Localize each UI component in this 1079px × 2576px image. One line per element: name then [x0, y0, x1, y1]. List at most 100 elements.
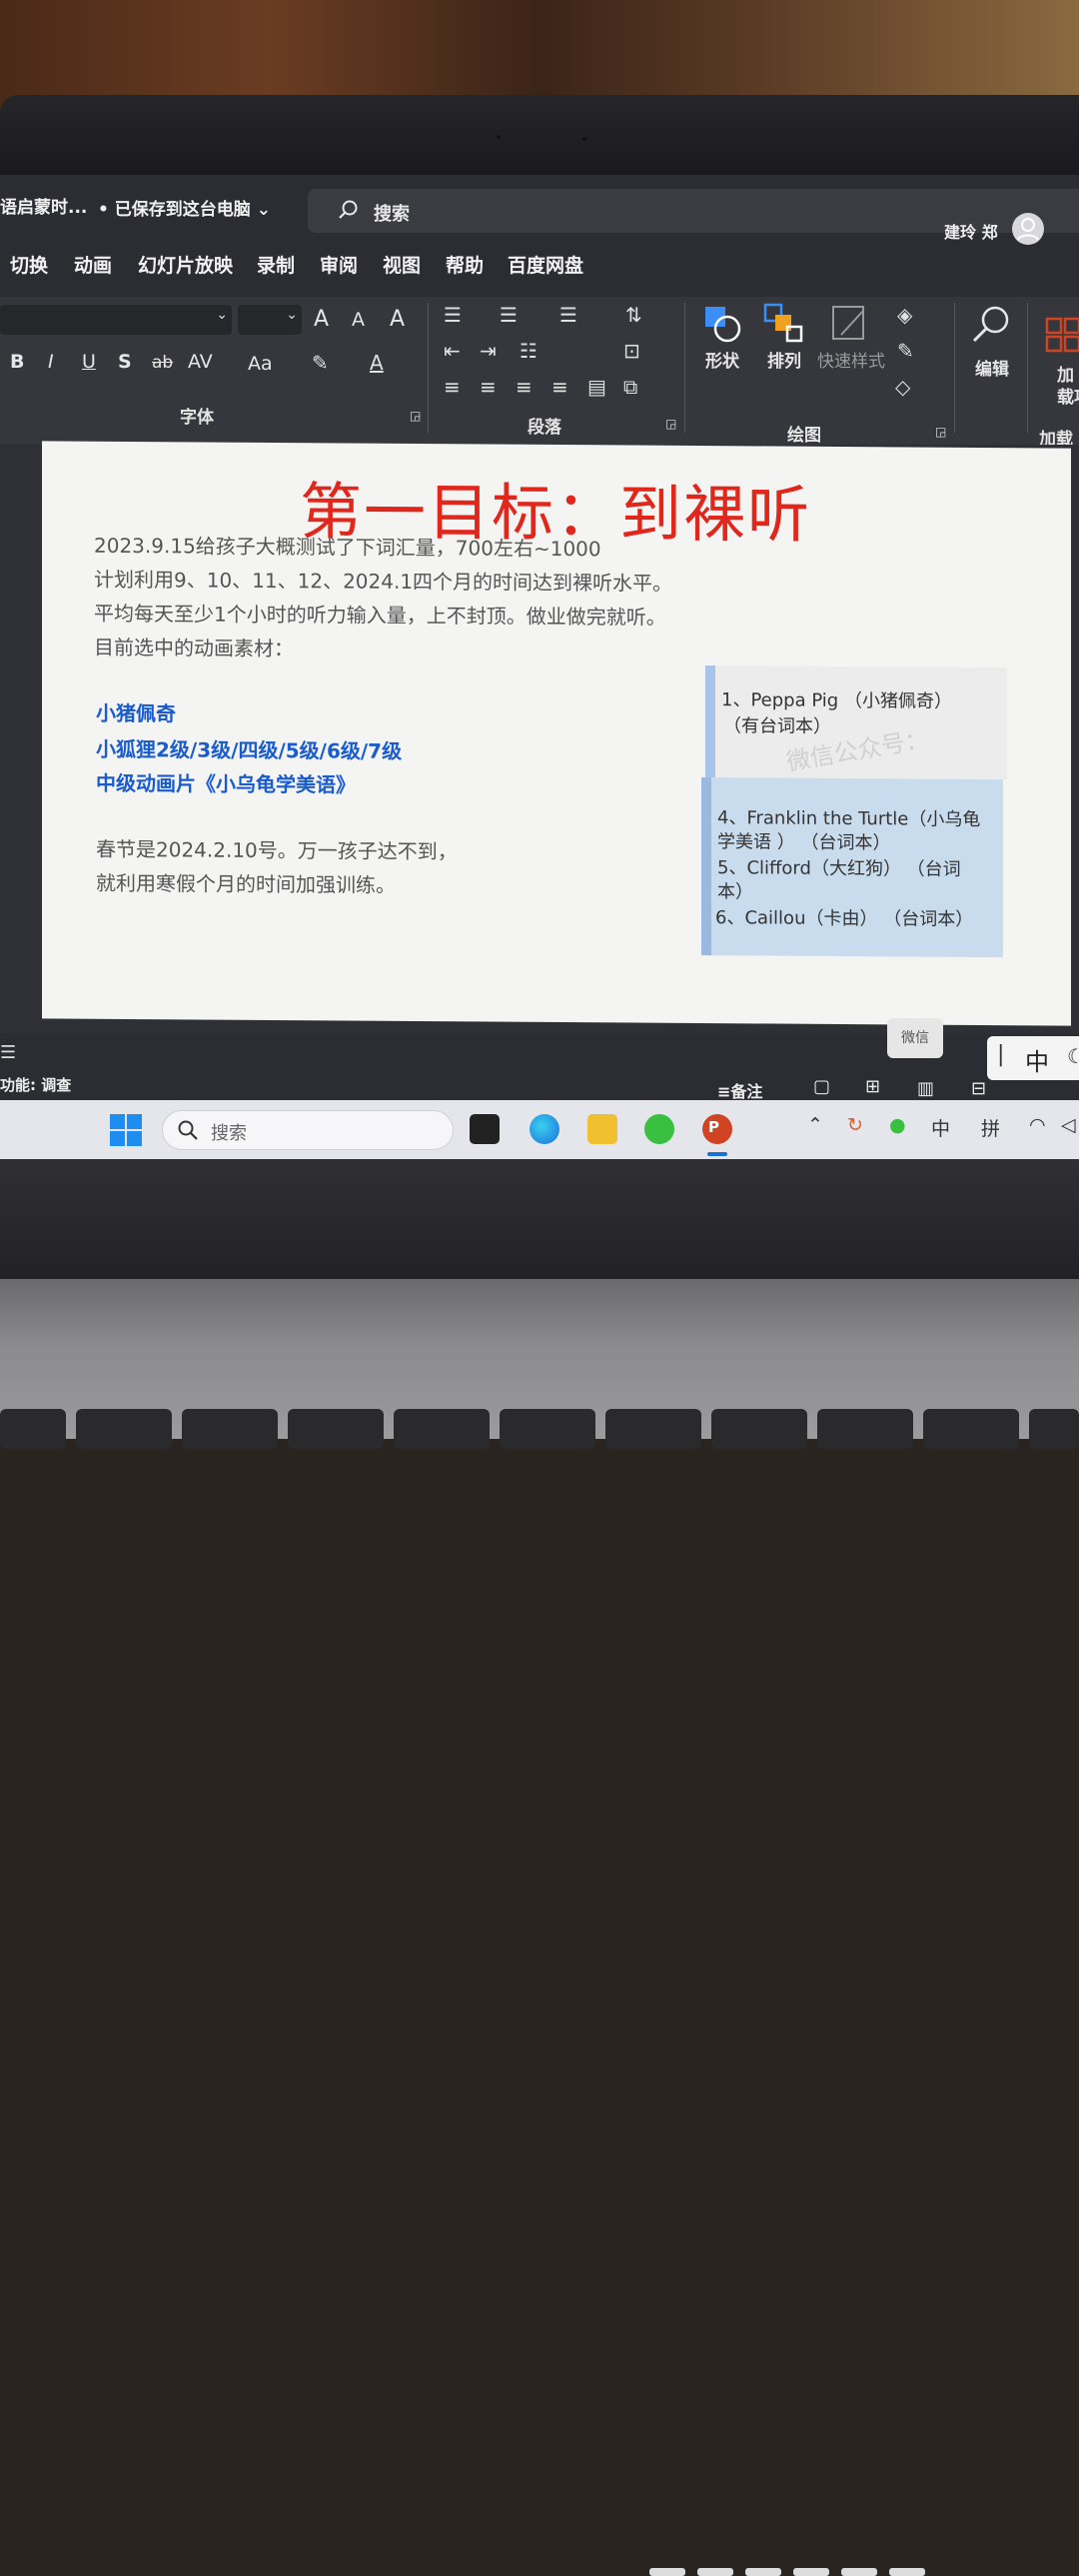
tab-slideshow[interactable]: 幻灯片放映	[138, 251, 233, 278]
clear-format-button[interactable]: A	[390, 307, 405, 332]
increase-indent-icon[interactable]: ⇥	[480, 339, 497, 363]
change-case-button[interactable]: Aa	[248, 353, 273, 375]
tab-review[interactable]: 审阅	[320, 251, 358, 278]
ime-toolbar[interactable]: | 中 ☾	[987, 1036, 1079, 1080]
text-direction-icon[interactable]: ⇅	[625, 303, 642, 327]
align-center-icon[interactable]: ≡	[480, 375, 497, 399]
numbering-icon[interactable]: ☰	[500, 303, 518, 327]
bullets-icon[interactable]: ☰	[444, 303, 462, 327]
ime-tray-pinyin[interactable]: 拼	[981, 1114, 1000, 1141]
laptop-screen: 语启蒙时... • 已保存到这台电脑 ⌄ 搜索 建玲 郑 切换 动画 幻灯片放映…	[0, 175, 1079, 1159]
font-color-icon[interactable]: A	[370, 351, 384, 375]
material-item[interactable]: 小猪佩奇	[96, 697, 176, 727]
reading-view-icon[interactable]: ▥	[917, 1078, 934, 1099]
ime-handle-icon[interactable]: |	[997, 1042, 1004, 1067]
user-name[interactable]: 建玲 郑	[944, 219, 998, 243]
image-card[interactable]: 1、Peppa Pig （小猪佩奇） （有台词本） 微信公众号： 4、Frank…	[701, 665, 1007, 958]
dialog-launcher-icon[interactable]: ◲	[935, 425, 946, 439]
document-name[interactable]: 语启蒙时...	[0, 193, 87, 218]
tab-view[interactable]: 视图	[383, 251, 421, 278]
notes-button[interactable]: ≡备注	[717, 1078, 762, 1102]
accessibility-status[interactable]: 功能: 调查	[0, 1074, 71, 1095]
bold-button[interactable]: B	[10, 351, 24, 373]
volume-icon[interactable]: ◁	[1061, 1114, 1076, 1136]
tab-baidu-netdisk[interactable]: 百度网盘	[508, 251, 583, 278]
ribbon: ⌄ ⌄ A A A B I U S ab AV Aa ✎ A 字体 ◲ ☰ ☰ …	[0, 297, 1079, 475]
magnifier-icon	[972, 306, 1009, 343]
distributed-icon[interactable]: ▤	[587, 375, 606, 399]
slide-workspace: 第一目标：到裸听 2023.9.15给孩子大概测试了下词汇量，700左右~100…	[0, 441, 1079, 1034]
search-placeholder: 搜索	[374, 204, 410, 225]
columns-icon[interactable]: ☷	[520, 339, 538, 363]
sorter-view-icon[interactable]: ⊞	[865, 1076, 880, 1097]
shrink-font-button[interactable]: A	[352, 309, 365, 331]
card-line: （有台词本）	[723, 715, 831, 737]
slide-text-line[interactable]: 就利用寒假个月的时间加强训练。	[96, 867, 396, 898]
shape-outline-icon[interactable]: ✎	[897, 339, 914, 363]
slide-canvas[interactable]: 第一目标：到裸听 2023.9.15给孩子大概测试了下词汇量，700左右~100…	[42, 441, 1071, 1026]
slide-text-line[interactable]: 2023.9.15给孩子大概测试了下词汇量，700左右~1000	[94, 530, 601, 563]
shapes-button[interactable]: 形状	[701, 303, 745, 383]
sync-icon[interactable]: ↻	[847, 1114, 863, 1136]
quick-styles-button[interactable]: 快速样式	[817, 303, 887, 383]
slideshow-icon[interactable]: ⊟	[971, 1078, 986, 1099]
ime-moon-icon[interactable]: ☾	[1067, 1044, 1079, 1068]
file-explorer-icon[interactable]	[587, 1114, 617, 1144]
decrease-indent-icon[interactable]: ⇤	[444, 339, 461, 363]
tab-help[interactable]: 帮助	[446, 251, 484, 278]
arrange-button[interactable]: 排列	[763, 303, 807, 383]
grow-font-button[interactable]: A	[314, 307, 329, 332]
justify-icon[interactable]: ≡	[551, 375, 568, 399]
font-family-select[interactable]: ⌄	[0, 305, 232, 335]
taskbar-search[interactable]: 搜索	[162, 1110, 454, 1150]
ime-mode[interactable]: 中	[1025, 1042, 1049, 1077]
slide-text-line[interactable]: 计划利用9、10、11、12、2024.1四个月的时间达到裸听水平。	[94, 564, 672, 597]
underline-button[interactable]: U	[82, 351, 96, 373]
wechat-icon[interactable]	[644, 1114, 674, 1144]
addins-icon	[1045, 317, 1079, 353]
dialog-launcher-icon[interactable]: ◲	[665, 417, 676, 431]
tab-animations[interactable]: 动画	[74, 251, 112, 278]
shape-fill-icon[interactable]: ◈	[897, 303, 912, 327]
editing-button[interactable]: 编辑	[969, 303, 1019, 393]
line-spacing-icon[interactable]: ☰	[559, 303, 577, 327]
menu-lines-icon[interactable]: ☰	[0, 1042, 16, 1063]
align-left-icon[interactable]: ≡	[444, 375, 461, 399]
shadow-button[interactable]: S	[118, 351, 132, 373]
wechat-tray-icon[interactable]: ●	[889, 1114, 906, 1136]
align-right-icon[interactable]: ≡	[516, 375, 533, 399]
wechat-tooltip: 微信	[887, 1018, 943, 1058]
dialog-launcher-icon[interactable]: ◲	[410, 409, 421, 423]
italic-button[interactable]: I	[48, 351, 54, 373]
save-status-label: • 已保存到这台电脑	[98, 200, 251, 220]
card-line: 6、Caillou（卡由） （台词本）	[715, 907, 974, 930]
card-bottom-section: 4、Franklin the Turtle（小乌龟 学美语 ） （台词本） 5、…	[701, 777, 1003, 958]
font-size-select[interactable]: ⌄	[238, 305, 302, 335]
shape-effects-icon[interactable]: ◇	[895, 375, 910, 399]
chevron-up-icon[interactable]: ⌃	[807, 1114, 823, 1136]
group-label-font: 字体	[180, 408, 214, 428]
material-item[interactable]: 小狐狸2级/3级/四级/5级/6级/7级	[96, 733, 402, 764]
addins-button[interactable]: 加 载项	[1045, 317, 1079, 408]
ime-tray-mode[interactable]: 中	[931, 1114, 950, 1141]
strikethrough-button[interactable]: ab	[152, 353, 173, 373]
slide-text-line[interactable]: 春节是2024.2.10号。万一孩子达不到，	[96, 833, 458, 865]
tab-transitions[interactable]: 切换	[10, 251, 48, 278]
keyboard-key	[711, 1409, 807, 1449]
slide-text-line[interactable]: 目前选中的动画素材：	[94, 632, 294, 661]
slide-text-line[interactable]: 平均每天至少1个小时的听力输入量，上不封顶。做业做完就听。	[94, 598, 666, 631]
smartart-icon[interactable]: ⧉	[623, 375, 637, 399]
wifi-icon[interactable]: ◠	[1029, 1114, 1046, 1136]
highlight-icon[interactable]: ✎	[312, 351, 329, 375]
save-status[interactable]: • 已保存到这台电脑 ⌄	[98, 195, 271, 220]
powerpoint-icon[interactable]: P	[702, 1114, 732, 1144]
task-view-icon[interactable]	[470, 1114, 500, 1144]
material-item[interactable]: 中级动画片《小乌龟学美语》	[96, 767, 356, 798]
tab-record[interactable]: 录制	[257, 251, 295, 278]
align-text-icon[interactable]: ⊡	[623, 339, 640, 363]
edge-icon[interactable]	[530, 1114, 559, 1144]
windows-start-icon[interactable]	[110, 1114, 142, 1146]
avatar[interactable]	[1012, 213, 1044, 245]
char-spacing-button[interactable]: AV	[188, 351, 213, 373]
normal-view-icon[interactable]: ▢	[813, 1076, 830, 1097]
